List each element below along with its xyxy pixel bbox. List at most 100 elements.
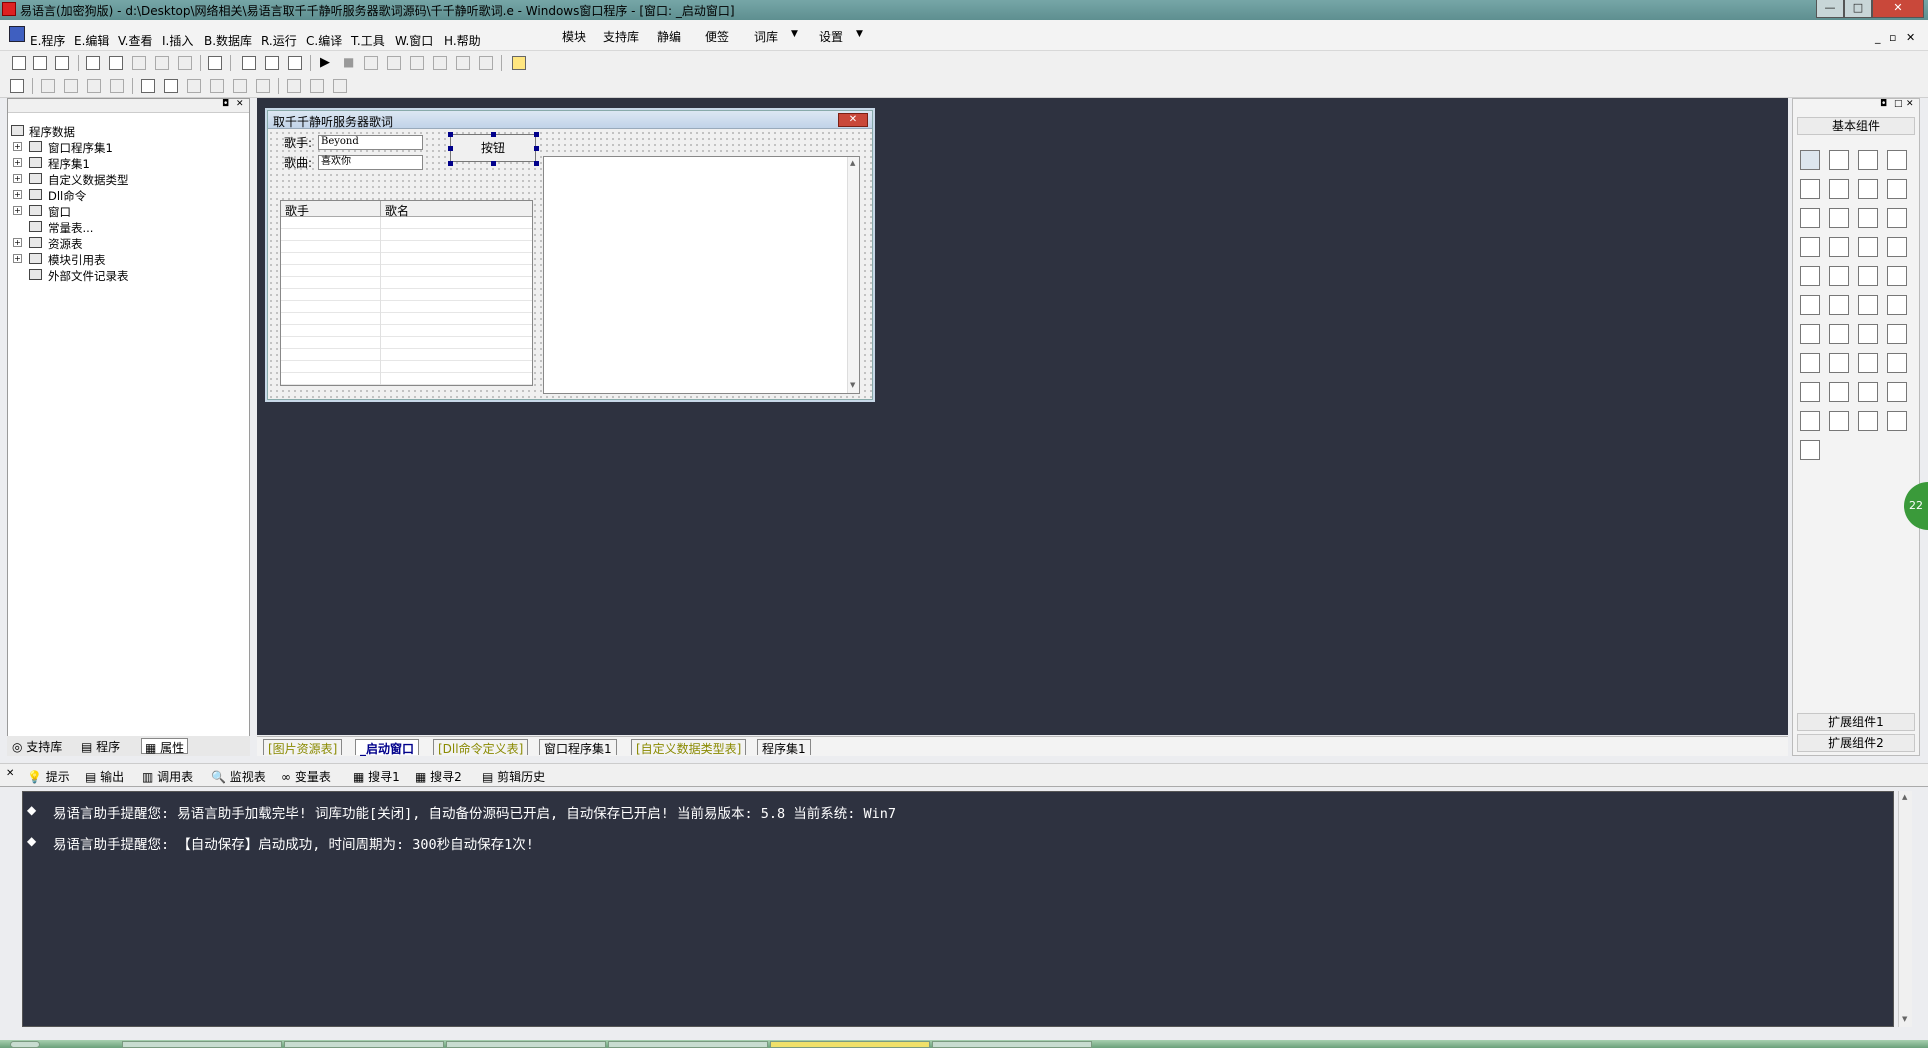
output-close-icon[interactable]: ✕ bbox=[6, 768, 14, 779]
menu-run[interactable]: R.运行 bbox=[261, 32, 297, 49]
step-4-icon[interactable] bbox=[433, 56, 447, 70]
group-box-icon[interactable] bbox=[1829, 179, 1849, 199]
settings-dropdown-icon[interactable]: ▼ bbox=[856, 29, 863, 39]
select-list-icon[interactable] bbox=[1800, 237, 1820, 257]
maximize-button[interactable]: □ bbox=[1844, 0, 1872, 18]
cut-icon[interactable] bbox=[86, 56, 100, 70]
label-icon[interactable] bbox=[1829, 150, 1849, 170]
space-h-icon[interactable] bbox=[187, 79, 201, 93]
serial-icon[interactable] bbox=[1829, 382, 1849, 402]
basic-components-header[interactable]: 基本组件 bbox=[1797, 117, 1915, 135]
menu-notes[interactable]: 便签 bbox=[705, 28, 729, 45]
run-icon[interactable]: ▶ bbox=[320, 55, 330, 70]
save-icon[interactable] bbox=[55, 56, 69, 70]
network-icon[interactable] bbox=[1829, 324, 1849, 344]
tab-window-module[interactable]: 窗口程序集1 bbox=[539, 739, 617, 756]
tab-control-icon[interactable] bbox=[1829, 266, 1849, 286]
odbc-provider-icon[interactable] bbox=[1800, 440, 1820, 460]
text-label-icon[interactable] bbox=[1858, 179, 1878, 199]
menu-support-lib[interactable]: 支持库 bbox=[603, 28, 639, 45]
browser-icon[interactable] bbox=[1887, 266, 1907, 286]
stop-icon[interactable]: ■ bbox=[343, 55, 354, 69]
designed-form[interactable]: 取千千静听服务器歌词 ✕ 歌手: Beyond 歌曲: 喜欢你 按钮 歌手 歌名… bbox=[267, 110, 873, 400]
rich-edit-icon[interactable] bbox=[1829, 295, 1849, 315]
menu-tools[interactable]: T.工具 bbox=[351, 32, 385, 49]
list-box-icon[interactable] bbox=[1887, 208, 1907, 228]
tab-output[interactable]: ▤ 输出 bbox=[85, 768, 124, 785]
align-left-icon[interactable] bbox=[41, 79, 55, 93]
form-client-area[interactable]: 歌手: Beyond 歌曲: 喜欢你 按钮 歌手 歌名 ▲ ▼ bbox=[268, 130, 872, 399]
taskbar-item[interactable] bbox=[122, 1041, 282, 1048]
output-scrollbar[interactable]: ▲ ▼ bbox=[1898, 791, 1912, 1027]
checkbox-icon[interactable] bbox=[1800, 208, 1820, 228]
tree-item[interactable]: + 窗口程序集1 bbox=[8, 139, 248, 155]
tree-item[interactable]: 常量表... bbox=[8, 219, 248, 235]
lyrics-edit-box[interactable]: ▲ ▼ bbox=[543, 156, 860, 394]
combo-box-icon[interactable] bbox=[1858, 208, 1878, 228]
tree-icon[interactable] bbox=[1800, 411, 1820, 431]
menu-window[interactable]: W.窗口 bbox=[395, 32, 433, 49]
form-icon[interactable] bbox=[1858, 382, 1878, 402]
tab-start-window[interactable]: _启动窗口 bbox=[355, 739, 420, 756]
vertical-scroll-icon[interactable] bbox=[1858, 237, 1878, 257]
menu-settings[interactable]: 设置 bbox=[819, 28, 843, 45]
menu-lexicon[interactable]: 词库 bbox=[754, 28, 778, 45]
step-5-icon[interactable] bbox=[456, 56, 470, 70]
panel-pin-icon[interactable]: ◘ bbox=[222, 99, 229, 109]
taskbar-item[interactable] bbox=[770, 1041, 930, 1048]
slider-icon[interactable] bbox=[1800, 266, 1820, 286]
copy-icon[interactable] bbox=[109, 56, 123, 70]
find-icon[interactable] bbox=[208, 56, 222, 70]
taskbar-item[interactable] bbox=[446, 1041, 606, 1048]
horizontal-scroll-icon[interactable] bbox=[1829, 237, 1849, 257]
palette-max-icon[interactable]: □ bbox=[1894, 99, 1903, 109]
menu-insert[interactable]: I.插入 bbox=[162, 32, 193, 49]
step-3-icon[interactable] bbox=[410, 56, 424, 70]
tree-item[interactable]: + 窗口 bbox=[8, 203, 248, 219]
start-button[interactable] bbox=[10, 1041, 40, 1048]
window-frame-icon[interactable] bbox=[1887, 324, 1907, 344]
tab-support-lib[interactable]: ◎ 支持库 bbox=[12, 738, 62, 754]
tab-hint[interactable]: 💡 提示 bbox=[27, 768, 70, 785]
tab-search-2[interactable]: ▦ 搜寻2 bbox=[415, 768, 462, 785]
palette-close-icon[interactable]: ✕ bbox=[1906, 99, 1914, 109]
tab-module-1[interactable]: 程序集1 bbox=[757, 739, 811, 756]
song-input[interactable]: 喜欢你 bbox=[318, 155, 423, 170]
center-v-icon[interactable] bbox=[164, 79, 178, 93]
lyrics-scrollbar[interactable]: ▲ ▼ bbox=[847, 157, 859, 393]
singer-input[interactable]: Beyond bbox=[318, 135, 423, 150]
mdi-minimize-icon[interactable]: _ bbox=[1875, 31, 1881, 44]
layout-1-icon[interactable] bbox=[242, 56, 256, 70]
tab-watch[interactable]: 🔍 监视表 bbox=[211, 768, 266, 785]
radio-icon[interactable] bbox=[1829, 208, 1849, 228]
chart-icon[interactable] bbox=[1858, 411, 1878, 431]
same-width-icon[interactable] bbox=[233, 79, 247, 93]
client-icon[interactable] bbox=[1887, 353, 1907, 373]
timer-icon[interactable] bbox=[1800, 353, 1820, 373]
table-icon[interactable] bbox=[1800, 324, 1820, 344]
document-icon[interactable] bbox=[1887, 295, 1907, 315]
tree-item[interactable]: 外部文件记录表 bbox=[8, 267, 248, 283]
redo-icon[interactable] bbox=[178, 56, 192, 70]
menu-database[interactable]: B.数据库 bbox=[204, 32, 252, 49]
layout-2-icon[interactable] bbox=[265, 56, 279, 70]
database-icon[interactable] bbox=[1829, 411, 1849, 431]
port-icon[interactable] bbox=[1800, 382, 1820, 402]
hand-icon[interactable] bbox=[479, 56, 493, 70]
menu-edit[interactable]: E.编辑 bbox=[74, 32, 109, 49]
open-folder-icon[interactable] bbox=[33, 56, 47, 70]
taskbar-item[interactable] bbox=[608, 1041, 768, 1048]
tab-data-types[interactable]: [自定义数据类型表] bbox=[631, 739, 747, 756]
same-height-icon[interactable] bbox=[256, 79, 270, 93]
mdi-close-icon[interactable]: ✕ bbox=[1906, 31, 1915, 44]
splitter-icon[interactable] bbox=[1858, 324, 1878, 344]
app-menu-icon[interactable] bbox=[9, 26, 25, 42]
shape-icon[interactable] bbox=[1887, 150, 1907, 170]
align-bottom-icon[interactable] bbox=[110, 79, 124, 93]
undo-icon[interactable] bbox=[155, 56, 169, 70]
grid-table-icon[interactable] bbox=[1887, 382, 1907, 402]
tab-call-stack[interactable]: ▥ 调用表 bbox=[142, 768, 193, 785]
size-3-icon[interactable] bbox=[333, 79, 347, 93]
tab-image-resources[interactable]: [图片资源表] bbox=[263, 739, 343, 756]
tree-item[interactable]: + 资源表 bbox=[8, 235, 248, 251]
